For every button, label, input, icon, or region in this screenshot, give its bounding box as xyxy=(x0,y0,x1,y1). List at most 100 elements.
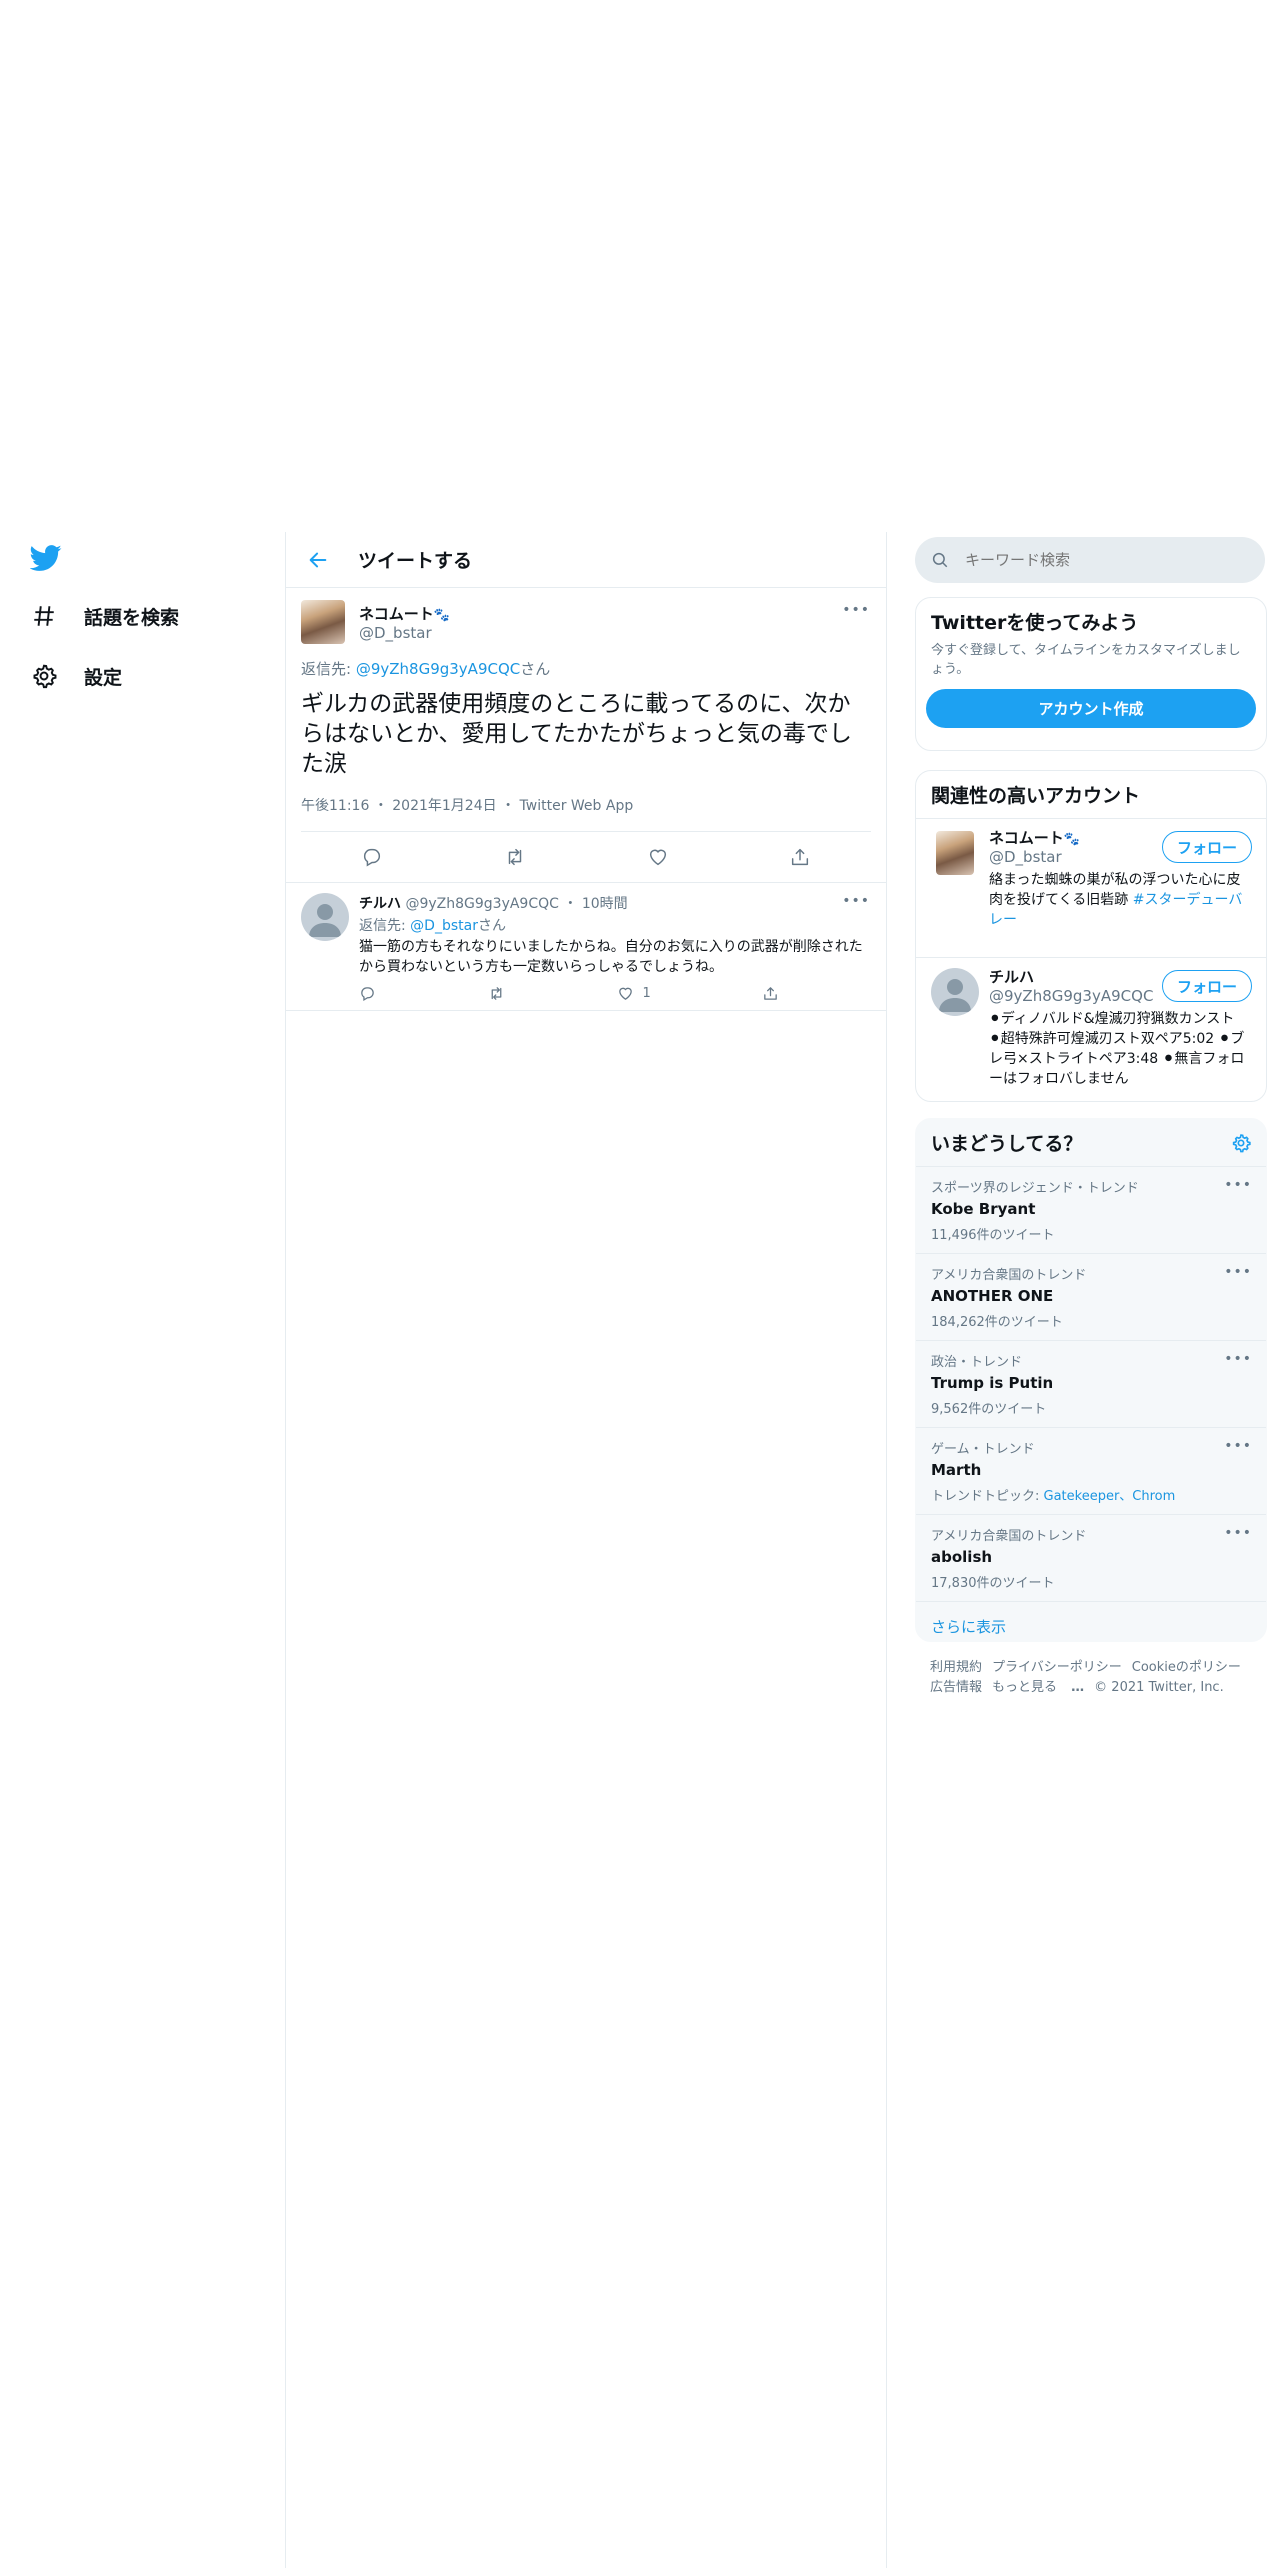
trend-context: アメリカ合衆国のトレンド xyxy=(931,1529,1087,1544)
more-options-icon[interactable]: ••• xyxy=(1224,1177,1252,1193)
retweet-icon xyxy=(508,848,522,866)
reply-icon xyxy=(363,848,381,867)
related-title: 関連性の高いアカウント xyxy=(931,785,1141,807)
share-button[interactable] xyxy=(762,985,779,1002)
reply-actions: 1 xyxy=(359,985,779,1002)
more-options-icon[interactable]: ••• xyxy=(1224,1438,1252,1454)
tweet-time[interactable]: 午後11:16 xyxy=(301,798,369,814)
trends-title: いまどうしてる？ xyxy=(931,1133,1083,1155)
retweet-button[interactable] xyxy=(503,846,527,868)
like-count: 1 xyxy=(642,986,651,1001)
retweet-icon xyxy=(491,987,502,1000)
more-options-icon[interactable]: ••• xyxy=(842,602,870,618)
tweet-text: ギルカの武器使用頻度のところに載ってるのに、次からはないとか、愛用してたかたがち… xyxy=(301,691,852,777)
avatar[interactable] xyxy=(931,968,979,1016)
nav-explore[interactable]: 話題を検索 xyxy=(28,586,248,646)
tweet-meta: 午後11:16 ・ 2021年1月24日 ・ Twitter Web App xyxy=(301,795,871,832)
gear-icon xyxy=(28,660,60,692)
avatar[interactable] xyxy=(936,831,974,875)
reply-author-name[interactable]: チルハ xyxy=(359,896,401,912)
search-input[interactable] xyxy=(963,550,1247,570)
follow-button[interactable]: フォロー xyxy=(1162,831,1252,863)
reply-age[interactable]: 10時間 xyxy=(582,896,628,912)
arrow-left-icon[interactable] xyxy=(290,532,346,587)
tweet-actions xyxy=(301,832,871,882)
account-bio: ⚫ディノバルド&煌滅刃狩猟数カンスト ⚫超特殊許可煌滅刃スト双ペア5:02 ⚫ブ… xyxy=(989,1011,1245,1087)
account-name[interactable]: ネコムート xyxy=(989,829,1064,847)
reply-mention-link[interactable]: @D_bstar xyxy=(410,918,478,934)
create-account-label: アカウント作成 xyxy=(1038,700,1144,718)
trend-name: Kobe Bryant xyxy=(931,1200,1036,1218)
trend-context: スポーツ界のレジェンド・トレンド xyxy=(931,1181,1139,1196)
more-options-icon[interactable]: ••• xyxy=(842,893,870,909)
trend-name: Marth xyxy=(931,1461,982,1479)
paw-emoji: 🐾 xyxy=(433,607,450,623)
trend-context: 政治・トレンド xyxy=(931,1355,1023,1370)
nav-settings-label: 設定 xyxy=(84,666,123,689)
page-title: ツイートする xyxy=(358,550,473,572)
footer-more-link[interactable]: もっと見る … xyxy=(992,1680,1084,1695)
footer: 利用規約 プライバシーポリシー Cookieのポリシー 広告情報 もっと見る … © 2… xyxy=(930,1658,1260,1698)
gear-icon[interactable] xyxy=(1231,1133,1251,1153)
heart-icon xyxy=(619,987,633,1000)
nav-settings[interactable]: 設定 xyxy=(28,646,248,706)
reply-text: 猫一筋の方もそれなりにいましたからね。自分のお気に入りの武器が削除されたから買わ… xyxy=(359,939,863,975)
trends-card: いまどうしてる？ スポーツ界のレジェンド・トレンド Kobe Bryant 11… xyxy=(915,1118,1267,1642)
trend-count: 11,496件のツイート xyxy=(931,1228,1055,1243)
trend-item[interactable]: アメリカ合衆国のトレンド abolish 17,830件のツイート ••• xyxy=(916,1514,1266,1601)
reply-context: 返信先: @D_bstarさん xyxy=(359,918,506,934)
footer-link[interactable]: 広告情報 xyxy=(930,1680,982,1695)
share-icon xyxy=(764,987,777,1000)
author-handle[interactable]: @D_bstar xyxy=(359,624,450,642)
reply-tweet[interactable]: チルハ @9yZh8G9g3yA9CQC ・ 10時間 返信先: @D_bsta… xyxy=(286,883,886,1011)
paw-emoji: 🐾 xyxy=(1063,832,1080,847)
tweet-date[interactable]: 2021年1月24日 xyxy=(392,798,496,814)
trend-context: アメリカ合衆国のトレンド xyxy=(931,1268,1087,1283)
trend-count: 184,262件のツイート xyxy=(931,1315,1063,1330)
related-accounts-card: 関連性の高いアカウント ネコムート🐾 @D_bstar 絡まった蜘蛛の巣が私の浮… xyxy=(915,770,1267,1102)
share-icon xyxy=(791,848,809,866)
create-account-button[interactable]: アカウント作成 xyxy=(926,689,1256,728)
footer-link[interactable]: Cookieのポリシー xyxy=(1132,1660,1241,1675)
reply-icon xyxy=(361,987,374,1002)
retweet-button[interactable] xyxy=(487,985,506,1002)
left-nav: 話題を検索 設定 xyxy=(28,540,248,706)
account-row[interactable]: ネコムート🐾 @D_bstar 絡まった蜘蛛の巣が私の浮ついた心に皮肉を投げてく… xyxy=(916,818,1266,957)
trend-name: abolish xyxy=(931,1548,993,1566)
account-bio: 絡まった蜘蛛の巣が私の浮ついた心に皮肉を投げてくる旧砦跡 #スターデューバレー xyxy=(989,872,1243,928)
twitter-bird-icon[interactable] xyxy=(28,540,64,576)
account-row[interactable]: チルハ @9yZh8G9g3yA9CQC ⚫ディノバルド&煌滅刃狩猟数カンスト … xyxy=(916,957,1266,1108)
share-button[interactable] xyxy=(789,846,811,868)
signup-desc: 今すぐ登録して、タイムラインをカスタマイズしましょう。 xyxy=(931,643,1241,677)
nav-explore-label: 話題を検索 xyxy=(84,606,180,629)
trend-name: Trump is Putin xyxy=(931,1374,1054,1392)
footer-link[interactable]: プライバシーポリシー xyxy=(992,1660,1122,1675)
reply-author-handle[interactable]: @9yZh8G9g3yA9CQC xyxy=(405,896,558,912)
trend-item[interactable]: スポーツ界のレジェンド・トレンド Kobe Bryant 11,496件のツイー… xyxy=(916,1166,1266,1253)
search-box[interactable] xyxy=(915,537,1265,583)
signup-card: Twitterを使ってみよう 今すぐ登録して、タイムラインをカスタマイズしましょ… xyxy=(915,597,1267,751)
avatar[interactable] xyxy=(301,600,345,644)
focused-tweet: ネコムート🐾 @D_bstar ••• 返信先: @9yZh8G9g3yA9CQ… xyxy=(286,588,886,883)
more-options-icon[interactable]: ••• xyxy=(1224,1264,1252,1280)
reply-button[interactable] xyxy=(359,985,376,1002)
author-name[interactable]: ネコムート xyxy=(359,605,434,623)
trend-item[interactable]: 政治・トレンド Trump is Putin 9,562件のツイート ••• xyxy=(916,1340,1266,1427)
show-more-link[interactable]: さらに表示 xyxy=(931,1618,1006,1636)
more-options-icon[interactable]: ••• xyxy=(1224,1351,1252,1367)
more-options-icon[interactable]: ••• xyxy=(1224,1525,1252,1541)
trend-topic-links[interactable]: Gatekeeper、Chrom xyxy=(1044,1489,1176,1504)
trend-item[interactable]: アメリカ合衆国のトレンド ANOTHER ONE 184,262件のツイート •… xyxy=(916,1253,1266,1340)
like-button[interactable]: 1 xyxy=(617,985,651,1002)
avatar[interactable] xyxy=(301,893,349,941)
footer-link[interactable]: 利用規約 xyxy=(930,1660,982,1675)
trend-item[interactable]: ゲーム・トレンド Marth トレンドトピック: Gatekeeper、Chro… xyxy=(916,1427,1266,1514)
trend-context: ゲーム・トレンド xyxy=(931,1442,1035,1457)
like-button[interactable] xyxy=(647,846,669,868)
follow-button[interactable]: フォロー xyxy=(1162,970,1252,1002)
trend-count: 9,562件のツイート xyxy=(931,1402,1047,1417)
reply-button[interactable] xyxy=(361,846,383,868)
main-column: ツイートする ネコムート🐾 @D_bstar ••• 返信先: @9yZh8G9… xyxy=(285,532,887,2568)
tweet-source[interactable]: Twitter Web App xyxy=(520,798,634,814)
reply-mention-link[interactable]: @9yZh8G9g3yA9CQC xyxy=(356,660,520,678)
